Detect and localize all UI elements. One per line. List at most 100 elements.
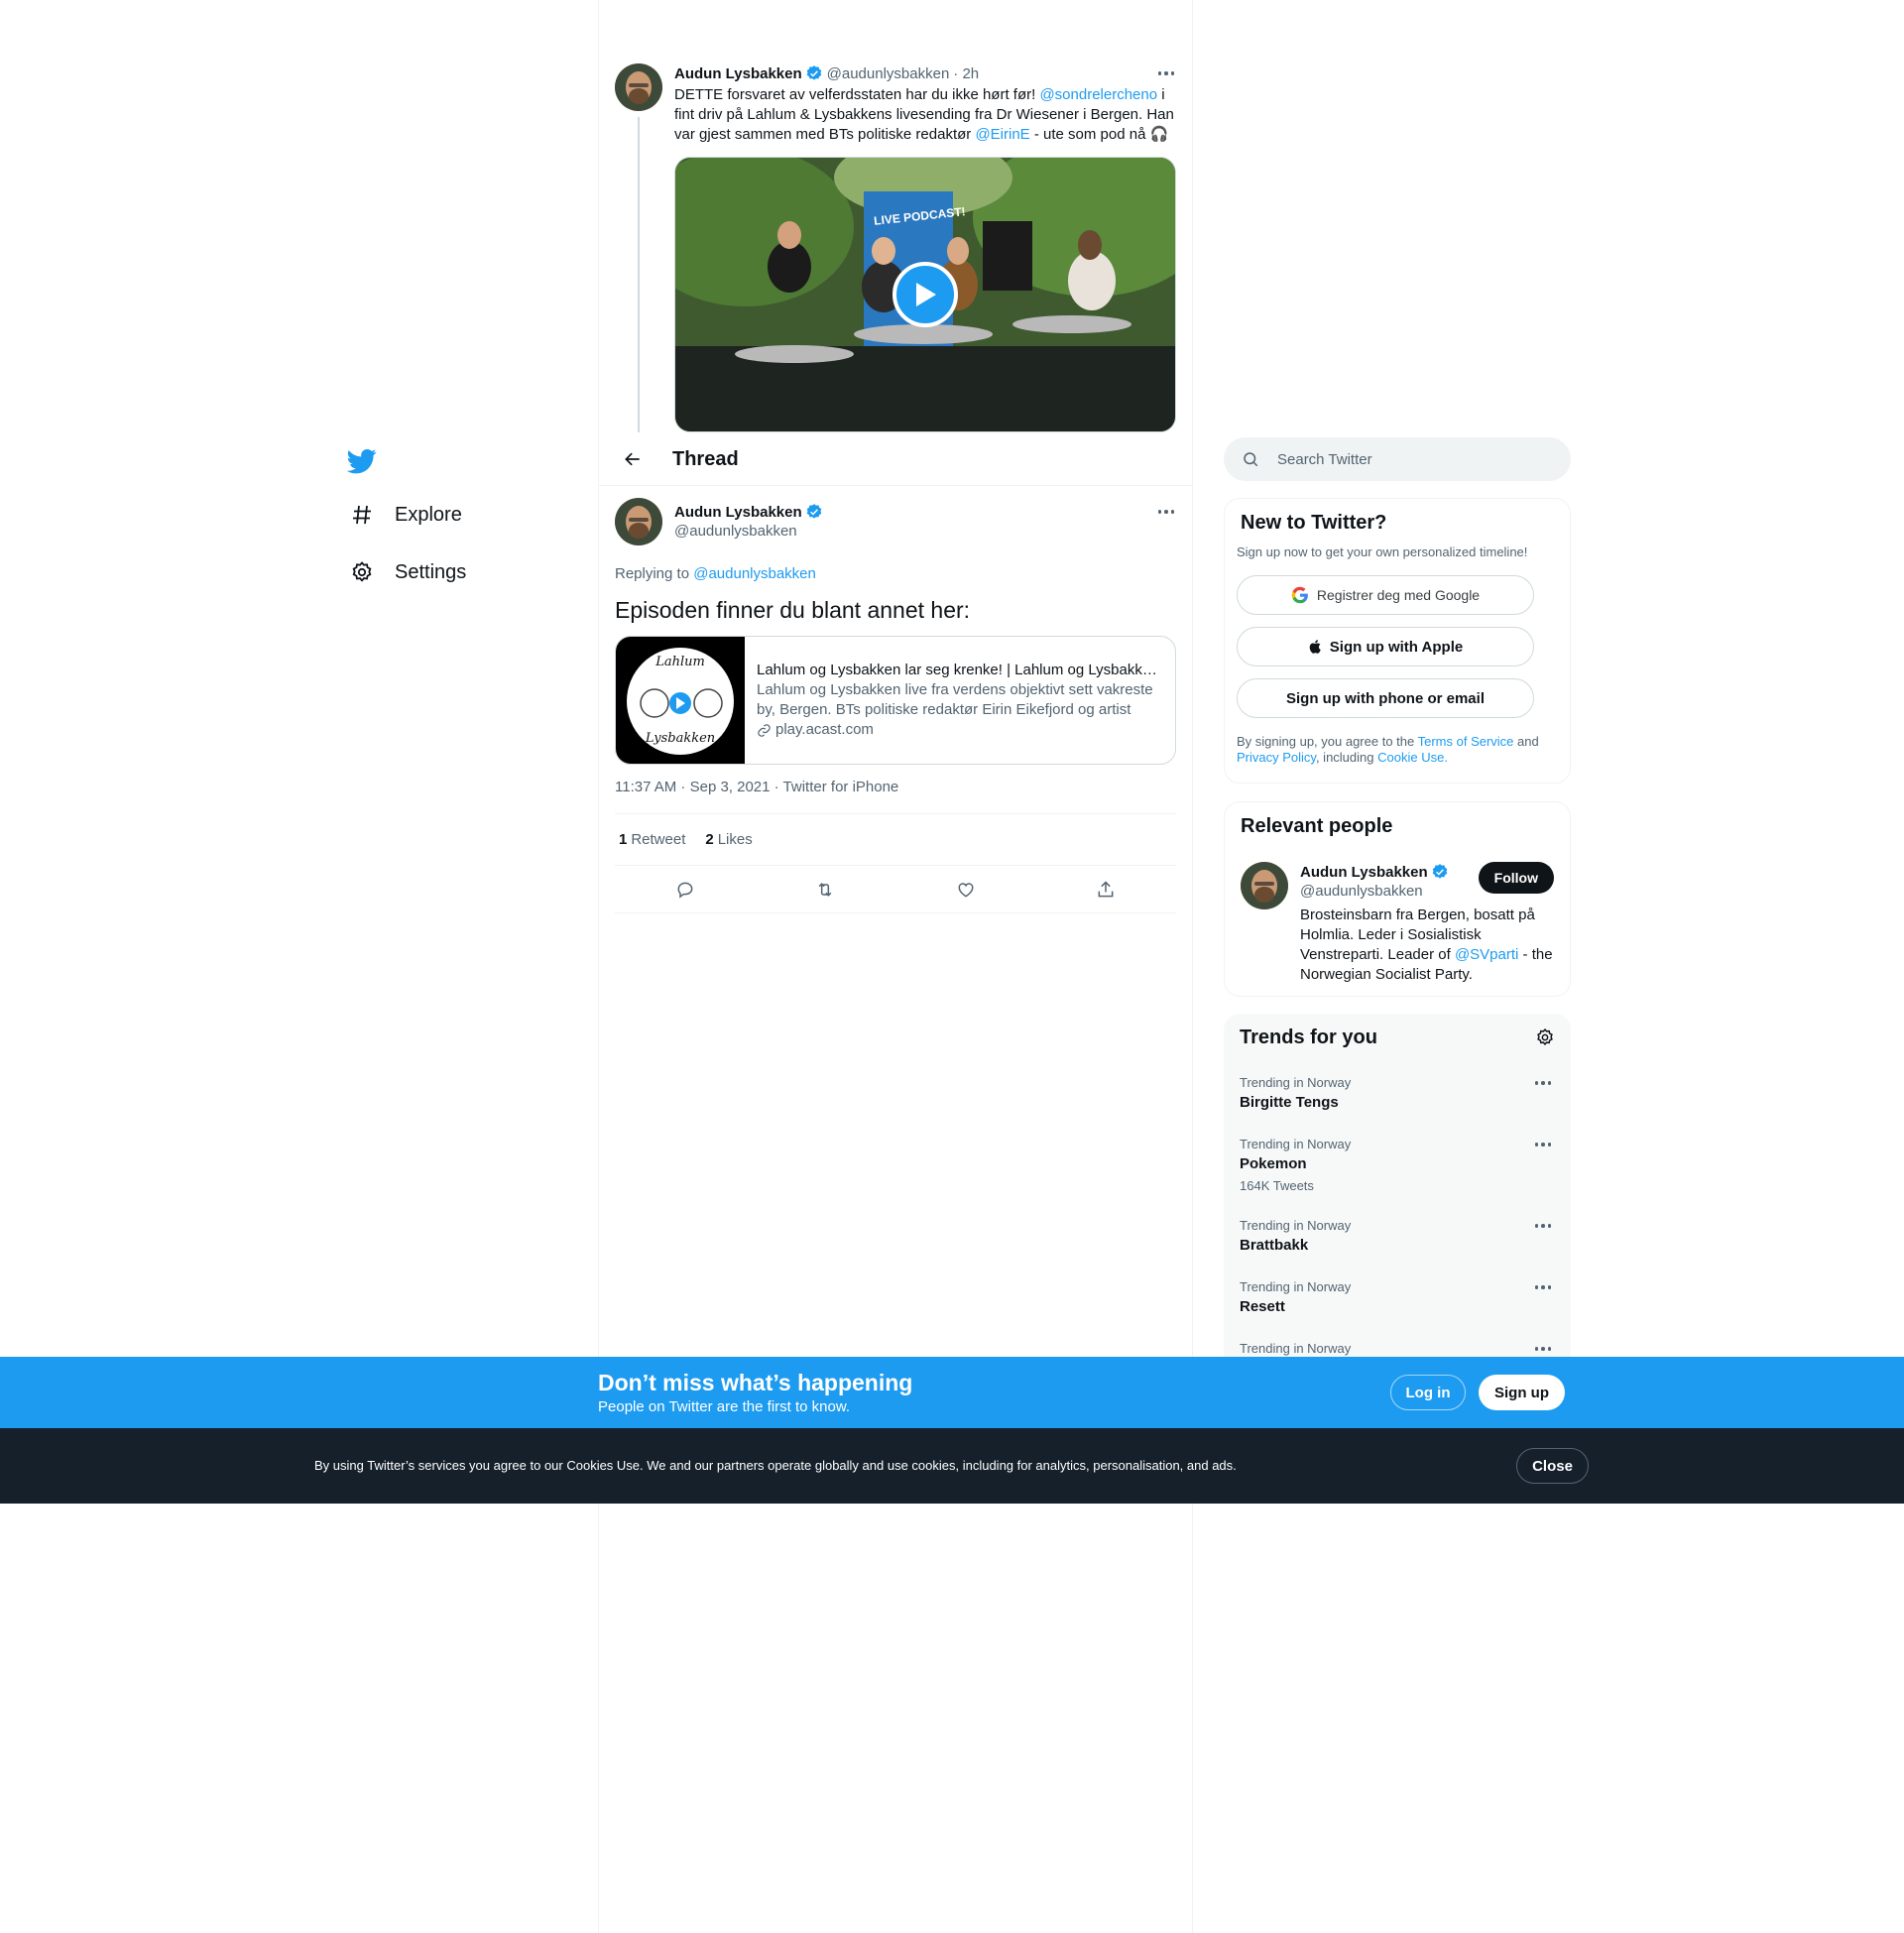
banner-title: Don’t miss what’s happening — [598, 1370, 913, 1395]
focused-tweet: Audun Lysbakken @audunlysbakken Replying… — [615, 498, 1176, 913]
terms-link[interactable]: Terms of Service — [1418, 734, 1514, 749]
replying-mention-link[interactable]: @audunlysbakken — [693, 565, 816, 582]
retweet-label[interactable]: Retweet — [631, 831, 685, 848]
parent-tweet[interactable]: Audun Lysbakken @audunlysbakken · 2h DET… — [615, 63, 1176, 432]
follow-button[interactable]: Follow — [1478, 862, 1554, 894]
avatar[interactable] — [615, 63, 662, 111]
verified-badge-icon — [805, 503, 823, 521]
trends-panel: Trends for you Trending in Norway Birgit… — [1224, 1014, 1571, 1371]
trend-context: Trending in Norway — [1240, 1279, 1352, 1294]
author-name[interactable]: Audun Lysbakken — [674, 65, 802, 82]
card-title: Lahlum og Lysbakken lar seg krenke! | La… — [757, 662, 1163, 678]
apple-icon — [1309, 640, 1321, 654]
person-name[interactable]: Audun Lysbakken — [1300, 864, 1428, 881]
bio-mention-link[interactable]: @SVparti — [1455, 946, 1518, 963]
share-icon[interactable] — [1089, 873, 1123, 906]
play-button[interactable] — [892, 262, 958, 327]
person-bio: Brosteinsbarn fra Bergen, bosatt på Holm… — [1300, 906, 1554, 985]
card-domain: play.acast.com — [757, 720, 1163, 740]
twitter-logo-icon[interactable] — [337, 436, 387, 486]
trend-name: Brattbakk — [1240, 1237, 1309, 1254]
more-options-icon[interactable] — [1156, 65, 1177, 81]
trends-settings-icon[interactable] — [1535, 1027, 1555, 1047]
more-options-icon[interactable] — [1156, 504, 1177, 520]
retweet-icon[interactable] — [808, 873, 842, 906]
retweet-count[interactable]: 1 — [619, 831, 627, 848]
apple-signup-label: Sign up with Apple — [1329, 638, 1464, 656]
privacy-link[interactable]: Privacy Policy — [1237, 750, 1316, 765]
tweet-text: DETTE forsvaret av velferdsstaten har du… — [674, 85, 1176, 145]
cookie-use-link[interactable]: Cookie Use. — [1377, 750, 1448, 765]
legal-text-part: , including — [1315, 750, 1378, 765]
trend-item[interactable]: Trending in Norway Pokemon 164K Tweets — [1224, 1125, 1571, 1206]
back-arrow-icon[interactable] — [615, 441, 651, 477]
signup-button[interactable]: Sign up — [1479, 1375, 1565, 1410]
search-box[interactable] — [1224, 437, 1571, 481]
mention-link[interactable]: @EirinE — [975, 126, 1029, 143]
hashtag-icon — [349, 502, 375, 528]
signup-legal-text: By signing up, you agree to the Terms of… — [1237, 734, 1554, 766]
tweet-text: Episoden finner du blant annet her: — [615, 597, 971, 623]
apple-signup-button[interactable]: Sign up with Apple — [1237, 627, 1534, 666]
cookie-bar: By using Twitter’s services you agree to… — [0, 1428, 1904, 1504]
cookie-text: By using Twitter’s services you agree to… — [314, 1458, 1237, 1473]
trend-item[interactable]: Trending in Norway Birgitte Tengs — [1224, 1063, 1571, 1125]
avatar[interactable] — [615, 498, 662, 545]
main-column-left-border — [598, 0, 599, 1933]
relevant-people-panel: Relevant people Audun Lysbakken @audunly… — [1224, 801, 1571, 997]
nav-explore-label: Explore — [395, 503, 462, 526]
nav-explore[interactable]: Explore — [337, 486, 575, 544]
main-column-right-border — [1192, 0, 1193, 1933]
new-to-twitter-panel: New to Twitter? Sign up now to get your … — [1224, 498, 1571, 784]
search-icon — [1244, 452, 1258, 467]
trend-name: Birgitte Tengs — [1240, 1094, 1339, 1111]
nav-settings[interactable]: Settings — [337, 544, 575, 601]
like-icon[interactable] — [949, 873, 983, 906]
thread-header: Thread — [599, 433, 1192, 486]
new-to-twitter-title: New to Twitter? — [1241, 512, 1387, 534]
person-handle[interactable]: @audunlysbakken — [1300, 882, 1449, 902]
author-handle[interactable]: @audunlysbakken — [827, 65, 950, 82]
legal-text-part: By signing up, you agree to the — [1237, 734, 1418, 749]
left-nav: Explore Settings — [337, 436, 575, 601]
phone-email-signup-label: Sign up with phone or email — [1285, 689, 1485, 707]
phone-email-signup-button[interactable]: Sign up with phone or email — [1237, 678, 1534, 718]
avatar[interactable] — [1241, 862, 1288, 909]
trend-name: Pokemon — [1240, 1155, 1307, 1172]
author-name[interactable]: Audun Lysbakken — [674, 504, 802, 521]
more-options-icon[interactable] — [1533, 1218, 1554, 1234]
trend-context: Trending in Norway — [1240, 1137, 1352, 1151]
tweet-video[interactable]: LIVE PODCAST! — [674, 157, 1176, 432]
more-options-icon[interactable] — [1533, 1279, 1554, 1295]
close-button[interactable]: Close — [1516, 1448, 1589, 1484]
gear-icon — [349, 559, 375, 585]
reply-icon[interactable] — [668, 873, 702, 906]
tweet-actions — [615, 866, 1176, 913]
mention-link[interactable]: @sondrelercheno — [1039, 86, 1157, 103]
tweet-meta[interactable]: 11:37 AM · Sep 3, 2021 · Twitter for iPh… — [615, 779, 1176, 814]
new-to-twitter-subtitle: Sign up now to get your own personalized… — [1237, 544, 1528, 559]
google-icon — [1291, 586, 1308, 604]
author-handle[interactable]: @audunlysbakken — [674, 522, 1176, 542]
replying-to: Replying to @audunlysbakken — [615, 565, 1176, 582]
login-button[interactable]: Log in — [1390, 1375, 1466, 1410]
verified-badge-icon — [1431, 863, 1449, 881]
tweet-time[interactable]: · 2h — [953, 65, 979, 82]
tweet-text-part: - ute som pod nå 🎧 — [1029, 126, 1169, 143]
trend-context: Trending in Norway — [1240, 1341, 1352, 1356]
search-input[interactable] — [1277, 450, 1535, 468]
more-options-icon[interactable] — [1533, 1137, 1554, 1152]
trend-item[interactable]: Trending in Norway Brattbakk — [1224, 1206, 1571, 1268]
tweet-text-part: DETTE forsvaret av velferdsstaten har du… — [674, 86, 1040, 103]
verified-badge-icon — [805, 64, 823, 82]
more-options-icon[interactable] — [1533, 1341, 1554, 1357]
google-signup-button[interactable]: Registrer deg med Google — [1237, 575, 1534, 615]
link-card[interactable]: Lahlum Lysbakken Lahlum og Lysbakken lar… — [615, 636, 1176, 765]
more-options-icon[interactable] — [1533, 1075, 1554, 1091]
like-count[interactable]: 2 — [705, 831, 713, 848]
like-label[interactable]: Likes — [718, 831, 753, 848]
trend-item[interactable]: Trending in Norway Resett — [1224, 1268, 1571, 1329]
tweet-stats: 1 Retweet 2 Likes — [615, 814, 1176, 866]
podcast-logo-top: Lahlum — [655, 655, 705, 669]
trend-context: Trending in Norway — [1240, 1218, 1352, 1233]
